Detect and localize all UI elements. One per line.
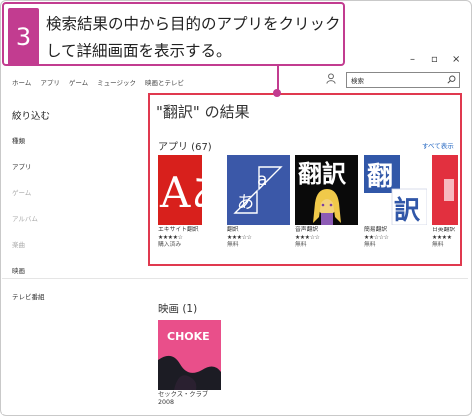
app-name[interactable]: 音声翻訳 [295,227,359,235]
filter-apps[interactable]: アプリ [12,161,132,171]
app1-glyph-a: Aあ [159,168,221,217]
top-nav: ホーム アプリ ゲーム ミュージック 映画とテレビ [12,77,184,87]
maximize-button[interactable]: ▫ [431,54,438,65]
app-name[interactable]: 簡易翻訳 [364,227,428,235]
close-button[interactable]: × [452,54,460,65]
search-box[interactable]: 検索 [346,72,460,88]
nav-apps[interactable]: アプリ [40,77,60,87]
nav-home[interactable]: ホーム [12,77,31,87]
results-title: "翻訳" の結果 [156,103,250,121]
poster-title: CHOKE [167,330,210,343]
app-tile-jp-en-translate[interactable] [432,155,458,225]
filter-songs[interactable]: 楽曲 [12,239,132,249]
app-meta-3: 音声翻訳 ★★★☆☆ 無料 [295,227,359,250]
callout-pointer-dot [273,89,281,97]
callout-line-1: 検索結果の中から目的のアプリをクリック [46,15,341,33]
movie-poster[interactable]: CHOKE [158,320,221,390]
filter-type[interactable]: 種類 [12,135,132,145]
search-icon[interactable] [447,75,456,84]
app4-glyph-bottom: 訳 [394,195,421,225]
step-number: 3 [8,8,39,66]
app3-glyph: 翻訳 [298,160,347,188]
app-price: 無料 [364,242,376,249]
app-price: 無料 [432,242,444,249]
section-divider [2,278,468,279]
movie-year: 2008 [158,399,175,406]
app2-glyph-a: a [257,170,267,190]
nav-music[interactable]: ミュージック [97,77,136,87]
see-all-link[interactable]: すべて表示 [422,140,454,150]
app-name[interactable]: 翻訳 [227,227,291,235]
movies-heading: 映画 (1) [158,303,198,315]
app-tile-excite-translate[interactable]: Aあ [158,155,221,225]
app-meta-1: エキサイト翻訳 ★★★★☆ 購入済み [158,227,222,250]
filter-sidebar: 絞り込む 種類 アプリ ゲーム アルバム 楽曲 映画 テレビ番組 [12,108,132,317]
filter-tv[interactable]: テレビ番組 [12,291,132,301]
app-price: 無料 [295,242,307,249]
app-meta-2: 翻訳 ★★★☆☆ 無料 [227,227,291,250]
filter-movies[interactable]: 映画 [12,265,132,275]
nav-games[interactable]: ゲーム [69,77,88,87]
filter-games[interactable]: ゲーム [12,187,132,197]
app-name[interactable]: エキサイト翻訳 [158,227,222,235]
app-price: 無料 [227,242,239,249]
app-tile-translate[interactable]: a あ [227,155,290,225]
app-price: 購入済み [158,242,182,249]
app-tile-simple-translate[interactable]: 翻 訳 [364,155,427,225]
minimize-button[interactable]: – [410,54,415,65]
search-input[interactable]: 検索 [351,75,364,85]
app4-glyph-top: 翻 [367,162,393,192]
nav-movies-tv[interactable]: 映画とテレビ [145,77,184,87]
filter-albums[interactable]: アルバム [12,213,132,223]
callout-line-2: して詳細画面を表示する。 [46,42,232,60]
account-icon[interactable] [326,73,336,84]
apps-heading: アプリ (67) [158,142,212,153]
movie-meta: セックス・クラブ 2008 [158,391,208,407]
callout-text: 検索結果の中から目的のアプリをクリック して詳細画面を表示する。 [46,11,341,65]
app2-glyph-hira: あ [237,193,254,213]
filter-title: 絞り込む [12,111,51,122]
step-callout: 3 検索結果の中から目的のアプリをクリック して詳細画面を表示する。 [2,2,345,66]
app-name[interactable]: 日英翻訳 [432,227,462,235]
app-meta-4: 簡易翻訳 ★★☆☆☆ 無料 [364,227,428,250]
movie-title[interactable]: セックス・クラブ [158,391,208,399]
app-meta-5: 日英翻訳 ★★★★ 無料 [432,227,462,250]
app-tile-voice-translate[interactable]: 翻訳 [295,155,358,225]
